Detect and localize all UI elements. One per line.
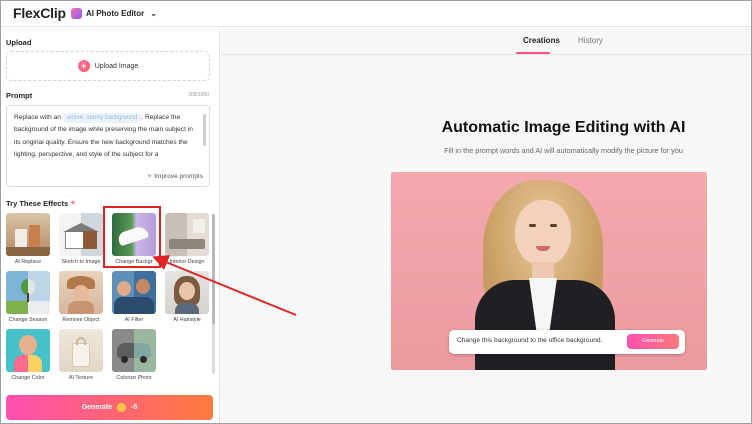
arrow-line — [152, 255, 297, 316]
annotation-arrow — [152, 255, 297, 316]
